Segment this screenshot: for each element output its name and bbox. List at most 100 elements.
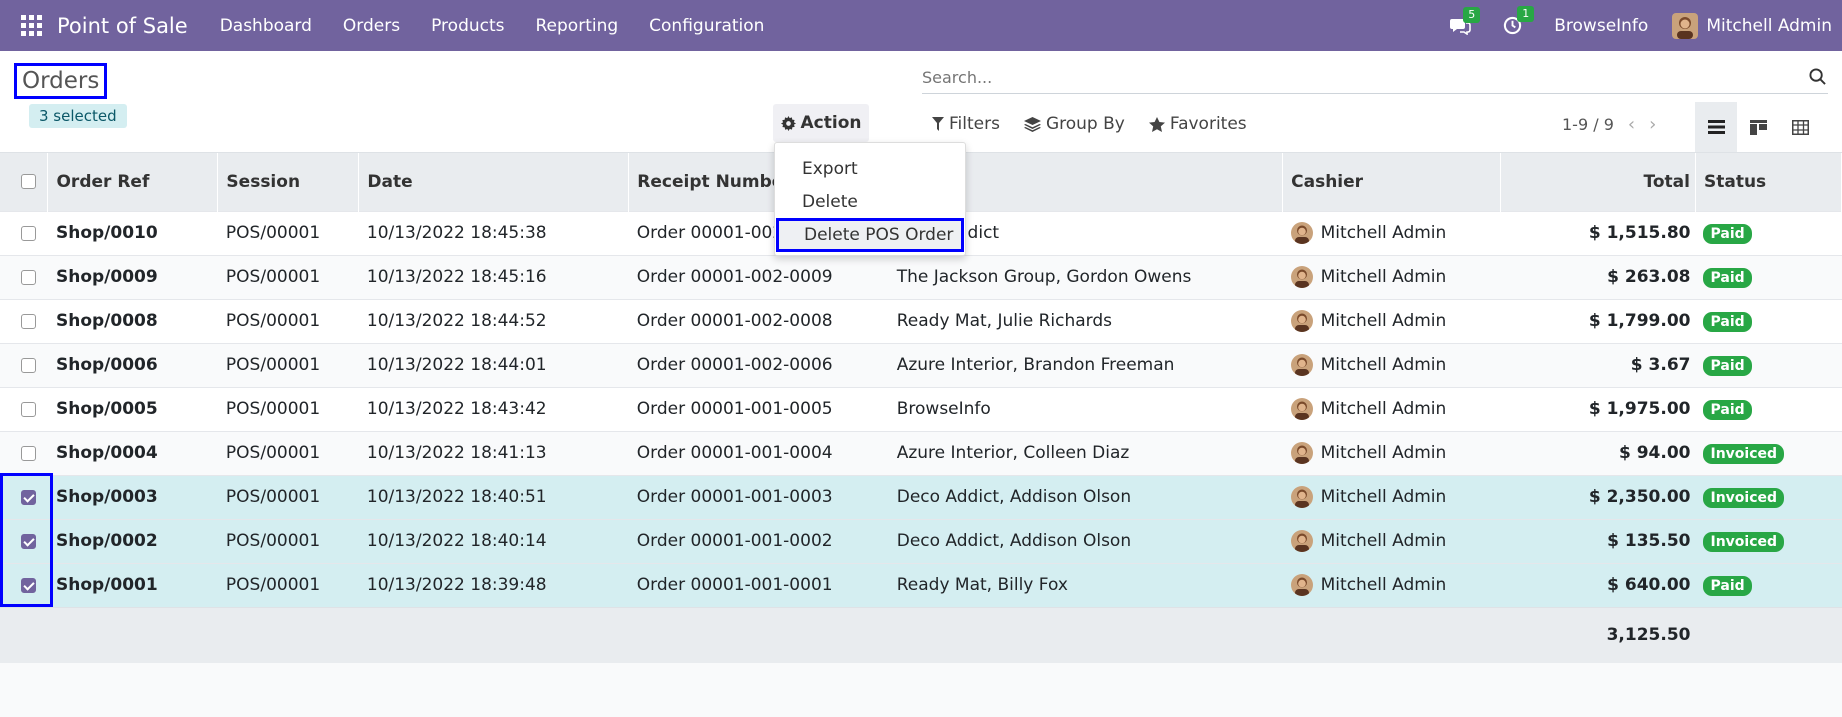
table-row[interactable]: Shop/0005 POS/00001 10/13/2022 18:43:42 Ord…: [0, 386, 1842, 431]
filters-toggle[interactable]: Filters: [932, 114, 1000, 134]
menu-configuration[interactable]: Configuration: [649, 16, 764, 36]
menu-products[interactable]: Products: [431, 16, 504, 36]
cell-status: Paid: [1695, 254, 1842, 299]
menu-dashboard[interactable]: Dashboard: [220, 16, 312, 36]
cell-customer: Ready Mat, Julie Richards: [888, 298, 1283, 343]
status-badge: Paid: [1703, 575, 1752, 596]
row-checkbox[interactable]: [21, 401, 36, 417]
cashier-avatar: [1290, 266, 1313, 288]
cell-total: $ 640.00: [1500, 562, 1696, 607]
cell-cashier: Mitchell Admin: [1282, 386, 1501, 431]
chevron-left-icon[interactable]: ‹: [1628, 114, 1635, 135]
cell-date: 10/13/2022 18:40:51: [358, 474, 629, 519]
cell-session: POS/00001: [217, 430, 359, 475]
user-menu[interactable]: Mitchell Admin: [1672, 12, 1832, 39]
cashier-avatar: [1290, 442, 1313, 464]
cell-order-ref: Shop/0001: [47, 562, 218, 607]
table-row[interactable]: Shop/0001 POS/00001 10/13/2022 18:39:48 Ord…: [0, 562, 1842, 607]
table-row[interactable]: Shop/0003 POS/00001 10/13/2022 18:40:51 Ord…: [0, 474, 1842, 519]
cell-date: 10/13/2022 18:43:42: [358, 386, 629, 431]
menu-orders[interactable]: Orders: [343, 16, 400, 36]
cell-total: $ 1,799.00: [1500, 298, 1696, 343]
row-select-cell: [0, 562, 48, 607]
menu-item-export[interactable]: Export: [775, 152, 965, 185]
cell-cashier: Mitchell Admin: [1282, 298, 1501, 343]
cell-session: POS/00001: [217, 474, 359, 519]
cell-receipt-number: Order 00001-001-0002: [628, 518, 889, 563]
cell-total: $ 94.00: [1500, 430, 1696, 475]
gear-icon: [780, 115, 796, 131]
status-badge: Paid: [1703, 311, 1752, 332]
row-checkbox[interactable]: [21, 489, 36, 505]
table-row[interactable]: Shop/0009 POS/00001 10/13/2022 18:45:16 Ord…: [0, 254, 1842, 299]
table-row[interactable]: Shop/0008 POS/00001 10/13/2022 18:44:52 Ord…: [0, 298, 1842, 343]
row-select-cell: [0, 298, 48, 343]
messages-button[interactable]: 5: [1449, 6, 1481, 35]
search-input[interactable]: [922, 67, 1772, 87]
apps-grid-icon[interactable]: [21, 15, 43, 37]
table-row[interactable]: Shop/0002 POS/00001 10/13/2022 18:40:14 Ord…: [0, 518, 1842, 563]
favorites-toggle[interactable]: Favorites: [1148, 114, 1247, 134]
cashier-avatar: [1290, 574, 1313, 596]
cell-customer: Ready Mat, Billy Fox: [888, 562, 1283, 607]
menu-item-delete[interactable]: Delete: [775, 185, 965, 218]
status-badge: Invoiced: [1703, 487, 1785, 508]
cashier-name: Mitchell Admin: [1320, 443, 1447, 463]
action-label: Action: [800, 113, 862, 133]
cell-receipt-number: Order 00001-001-0001: [628, 562, 889, 607]
kanban-view-button[interactable]: [1737, 102, 1779, 152]
column-header-status[interactable]: Status: [1695, 153, 1842, 211]
row-checkbox[interactable]: [21, 445, 36, 461]
cell-customer: Azure Interior, Colleen Diaz: [888, 430, 1283, 475]
row-checkbox[interactable]: [21, 357, 36, 373]
company-switcher[interactable]: BrowseInfo: [1554, 16, 1648, 36]
pivot-view-button[interactable]: [1779, 102, 1821, 152]
column-header-date[interactable]: Date: [358, 153, 630, 211]
cashier-avatar: [1290, 354, 1313, 376]
cashier-avatar: [1290, 310, 1313, 332]
menu-reporting[interactable]: Reporting: [536, 16, 619, 36]
favorites-label: Favorites: [1169, 114, 1247, 134]
cell-cashier: Mitchell Admin: [1282, 430, 1501, 475]
cell-status: Invoiced: [1695, 430, 1842, 475]
status-badge: Paid: [1703, 223, 1752, 244]
activities-button[interactable]: 1: [1503, 6, 1535, 35]
column-header-total[interactable]: Total: [1500, 153, 1696, 211]
list-view-button[interactable]: [1695, 102, 1737, 152]
view-switcher: [1695, 102, 1821, 152]
row-checkbox[interactable]: [21, 533, 36, 549]
row-checkbox[interactable]: [21, 577, 36, 593]
table-row[interactable]: Shop/0006 POS/00001 10/13/2022 18:44:01 Ord…: [0, 342, 1842, 387]
column-header-cashier[interactable]: Cashier: [1282, 153, 1502, 211]
column-header-session[interactable]: Session: [217, 153, 360, 211]
row-select-cell: [0, 210, 48, 255]
cell-status: Paid: [1695, 210, 1842, 255]
cell-session: POS/00001: [217, 562, 359, 607]
cashier-name: Mitchell Admin: [1320, 531, 1447, 551]
row-checkbox[interactable]: [21, 313, 36, 329]
cell-total: $ 2,350.00: [1500, 474, 1696, 519]
cell-status: Paid: [1695, 342, 1842, 387]
cell-session: POS/00001: [217, 254, 359, 299]
status-badge: Invoiced: [1703, 531, 1785, 552]
app-title[interactable]: Point of Sale: [57, 14, 188, 38]
action-button[interactable]: Action: [773, 104, 869, 142]
row-checkbox[interactable]: [21, 225, 36, 241]
cashier-name: Mitchell Admin: [1320, 399, 1447, 419]
pager-value[interactable]: 1-9 / 9: [1562, 115, 1614, 134]
cell-date: 10/13/2022 18:40:14: [358, 518, 629, 563]
cell-session: POS/00001: [217, 298, 359, 343]
search-icon[interactable]: [1809, 68, 1826, 85]
row-checkbox[interactable]: [21, 269, 36, 285]
cell-cashier: Mitchell Admin: [1282, 254, 1501, 299]
menu-item-delete-pos-order[interactable]: Delete POS Order: [776, 218, 964, 252]
row-select-cell: [0, 342, 48, 387]
cashier-name: Mitchell Admin: [1320, 267, 1447, 287]
table-row[interactable]: Shop/0004 POS/00001 10/13/2022 18:41:13 Ord…: [0, 430, 1842, 475]
list-icon: [1707, 120, 1725, 134]
column-header-order-ref[interactable]: Order Ref: [47, 153, 219, 211]
chevron-right-icon[interactable]: ›: [1649, 114, 1656, 135]
cell-cashier: Mitchell Admin: [1282, 518, 1501, 563]
groupby-toggle[interactable]: Group By: [1023, 114, 1125, 134]
select-all-checkbox[interactable]: [21, 174, 36, 190]
